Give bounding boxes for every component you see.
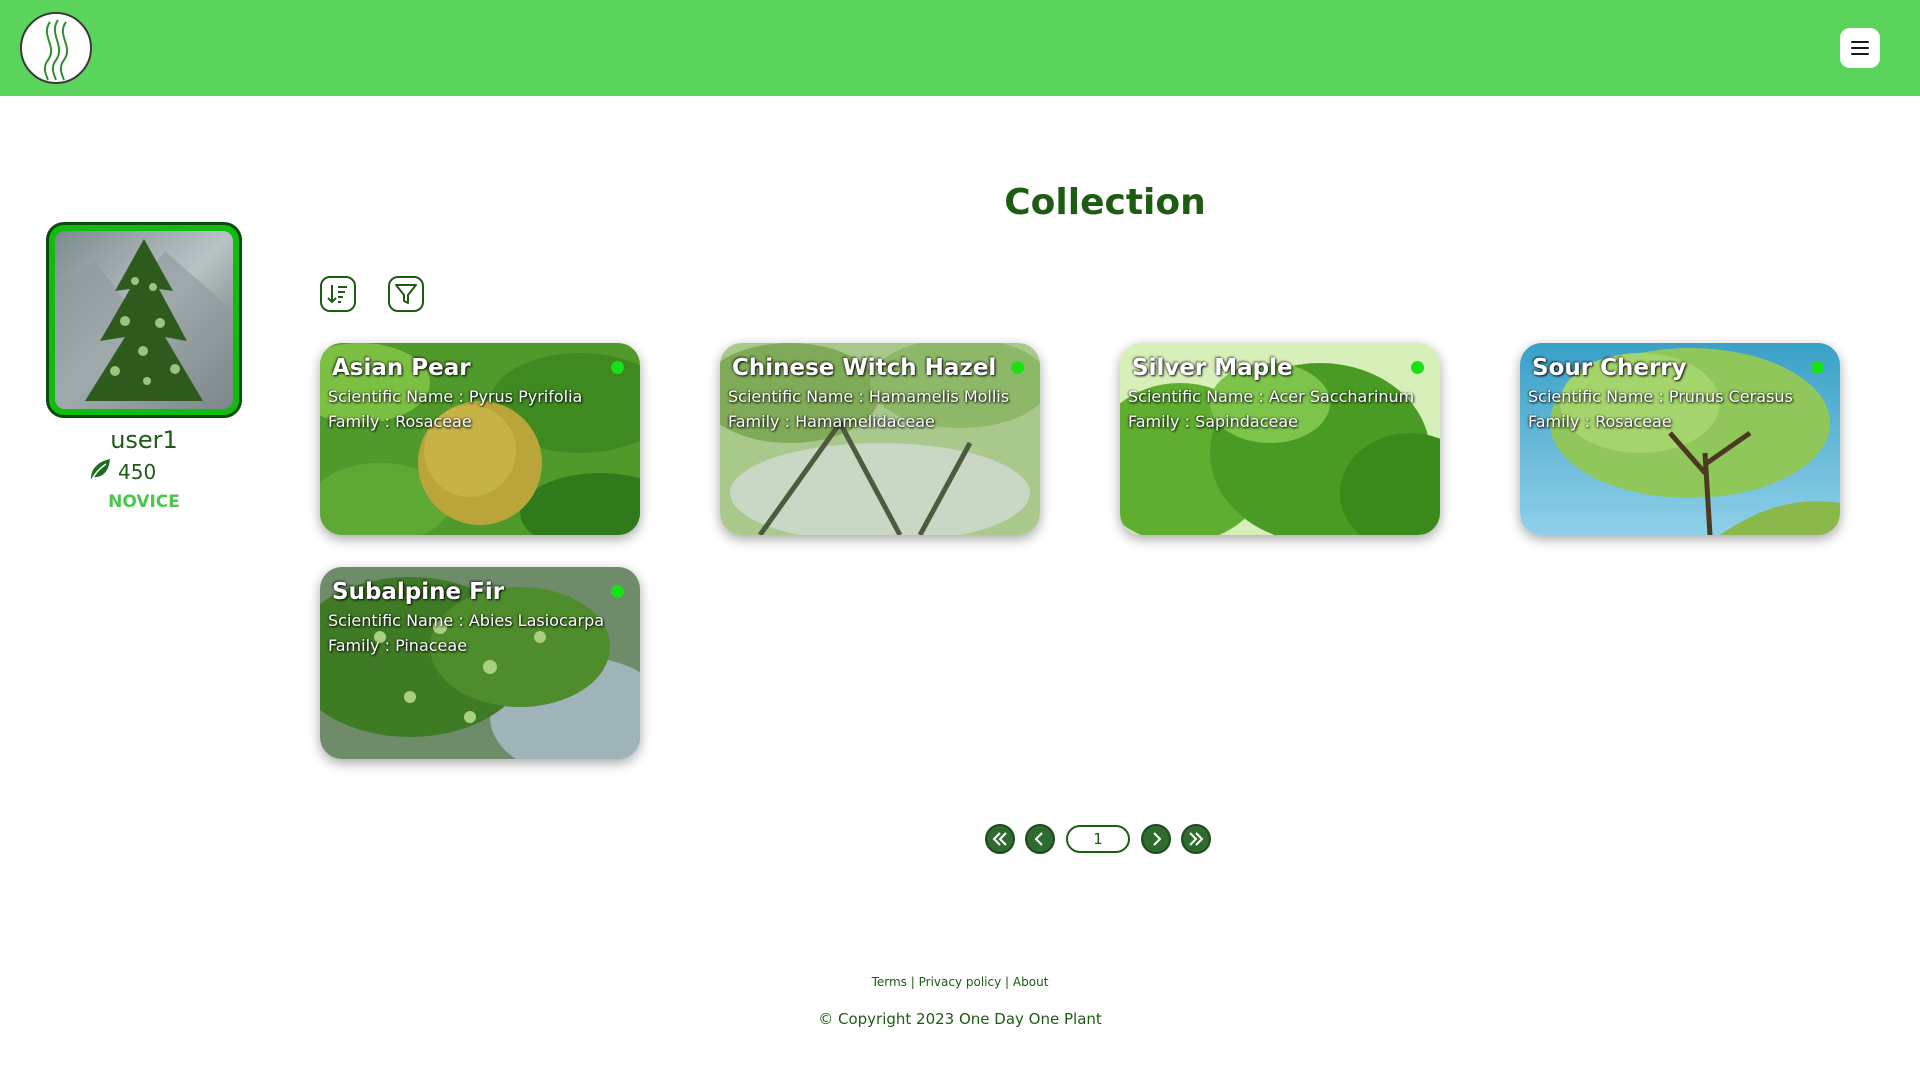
last-page-button[interactable] — [1181, 824, 1211, 854]
double-chevron-right-icon — [1189, 832, 1204, 846]
plant-card-silver-maple[interactable]: Silver Maple Scientific Name : Acer Sacc… — [1120, 343, 1440, 535]
status-dot — [1411, 361, 1424, 374]
top-header — [0, 0, 1920, 96]
card-family: Family : Rosaceae — [328, 412, 472, 431]
plant-card-asian-pear[interactable]: Asian Pear Scientific Name : Pyrus Pyrif… — [320, 343, 640, 535]
next-page-button[interactable] — [1141, 824, 1171, 854]
sort-button[interactable] — [320, 276, 356, 312]
plant-card-sour-cherry[interactable]: Sour Cherry Scientific Name : Prunus Cer… — [1520, 343, 1840, 535]
plant-card-subalpine-fir[interactable]: Subalpine Fir Scientific Name : Abies La… — [320, 567, 640, 759]
avatar — [55, 231, 233, 409]
terms-link[interactable]: Terms — [872, 975, 907, 989]
leaf-icon — [88, 457, 112, 487]
username: user1 — [110, 426, 178, 454]
menu-button[interactable] — [1840, 28, 1880, 68]
status-dot — [611, 361, 624, 374]
chevron-right-icon — [1153, 832, 1162, 846]
card-title: Asian Pear — [332, 355, 471, 381]
avatar-frame[interactable] — [46, 222, 242, 418]
points-display: 450 — [88, 458, 156, 486]
card-title: Chinese Witch Hazel — [732, 355, 997, 381]
about-link[interactable]: About — [1013, 975, 1048, 989]
rank-label: NOVICE — [108, 492, 180, 512]
card-title: Silver Maple — [1132, 355, 1293, 381]
card-family: Family : Pinaceae — [328, 636, 468, 655]
filter-icon — [395, 284, 417, 304]
card-family: Family : Sapindaceae — [1128, 412, 1299, 431]
card-family: Family : Hamamelidaceae — [728, 412, 935, 431]
logo-icon[interactable] — [20, 12, 92, 84]
privacy-policy-link[interactable]: Privacy policy — [919, 975, 1002, 989]
chevron-left-icon — [1034, 832, 1043, 846]
footer-separator: | — [1005, 975, 1010, 989]
status-dot — [1011, 361, 1024, 374]
card-scientific: Scientific Name : Prunus Cerasus — [1528, 387, 1793, 406]
double-chevron-left-icon — [992, 832, 1007, 846]
card-scientific: Scientific Name : Pyrus Pyrifolia — [328, 387, 583, 406]
sort-icon — [327, 285, 347, 304]
footer-separator: | — [910, 975, 915, 989]
prev-page-button[interactable] — [1025, 824, 1055, 854]
card-scientific: Scientific Name : Abies Lasiocarpa — [328, 611, 605, 630]
card-family: Family : Rosaceae — [1528, 412, 1672, 431]
card-scientific: Scientific Name : Acer Saccharinum — [1128, 387, 1415, 406]
points-value: 450 — [118, 460, 157, 484]
card-scientific: Scientific Name : Hamamelis Mollis — [728, 387, 1010, 406]
copyright-text: © Copyright 2023 One Day One Plant — [818, 1010, 1102, 1028]
plant-card-chinese-witch-hazel[interactable]: Chinese Witch Hazel Scientific Name : Ha… — [720, 343, 1040, 535]
page-number-input[interactable] — [1066, 825, 1130, 853]
page-title: Collection — [1004, 182, 1206, 223]
card-title: Sour Cherry — [1532, 355, 1687, 381]
card-title: Subalpine Fir — [332, 579, 505, 605]
status-dot — [1811, 361, 1824, 374]
status-dot — [611, 585, 624, 598]
hamburger-menu-icon — [1851, 41, 1869, 55]
first-page-button[interactable] — [985, 824, 1015, 854]
footer-links: Terms | Privacy policy | About — [760, 975, 1160, 989]
filter-button[interactable] — [388, 276, 424, 312]
